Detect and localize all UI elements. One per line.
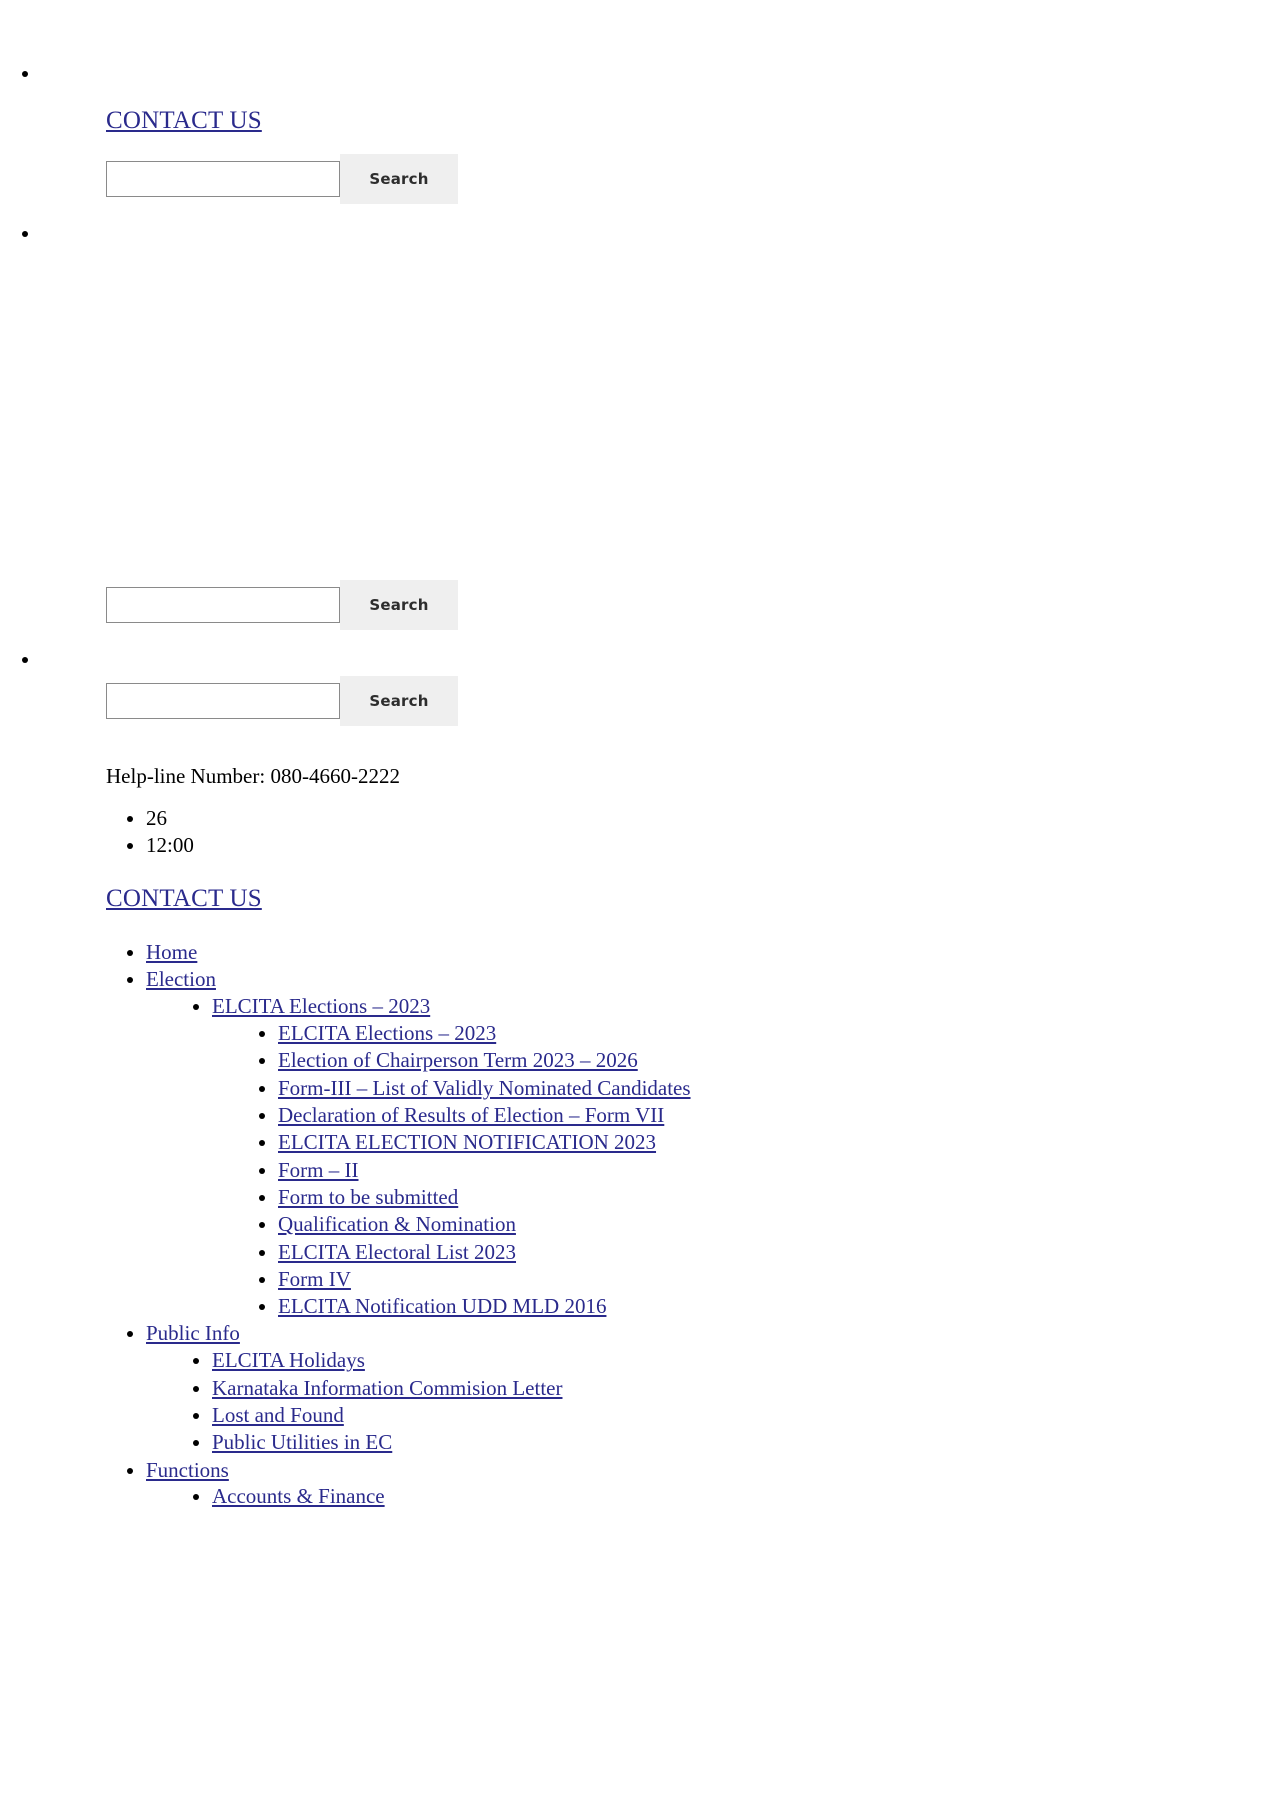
nav-link-functions[interactable]: Functions: [146, 1458, 229, 1482]
nav-link-form-iii[interactable]: Form-III – List of Validly Nominated Can…: [278, 1076, 691, 1100]
search-form-top: Search: [0, 154, 1280, 204]
submenu-functions: Accounts & Finance: [146, 1483, 1280, 1510]
list-item: [40, 646, 1280, 667]
nav-item-electoral-list-2023: ELCITA Electoral List 2023: [278, 1239, 1280, 1266]
nav-item-karnataka-information-commission-letter: Karnataka Information Commision Letter: [212, 1375, 1280, 1402]
contact-us-link-secondary[interactable]: CONTACT US: [106, 885, 262, 913]
nav-link-notification-udd-mld-2016[interactable]: ELCITA Notification UDD MLD 2016: [278, 1294, 606, 1318]
nav-item-home: Home: [146, 939, 1280, 966]
middle-placeholder-list-1: [0, 220, 1280, 241]
nav-item-election-of-chairperson: Election of Chairperson Term 2023 – 2026: [278, 1047, 1280, 1074]
nav-link-elcita-elections-2023-child[interactable]: ELCITA Elections – 2023: [278, 1021, 496, 1045]
nav-link-election-notification-2023[interactable]: ELCITA ELECTION NOTIFICATION 2023: [278, 1130, 656, 1154]
search-form-middle: Search: [0, 580, 1280, 630]
nav-link-form-iv[interactable]: Form IV: [278, 1267, 351, 1291]
middle-placeholder-list-2: [0, 646, 1280, 667]
nav-link-electoral-list-2023[interactable]: ELCITA Electoral List 2023: [278, 1240, 516, 1264]
ticker-list: 26 12:00: [0, 805, 1280, 859]
nav-link-elcita-holidays[interactable]: ELCITA Holidays: [212, 1348, 365, 1372]
nav-item-elcita-holidays: ELCITA Holidays: [212, 1347, 1280, 1374]
search-input[interactable]: [106, 683, 340, 719]
main-navigation: Home Election ELCITA Elections – 2023 EL…: [0, 939, 1280, 1511]
nav-item-election: Election ELCITA Elections – 2023 ELCITA …: [146, 966, 1280, 1320]
nav-item-functions: Functions Accounts & Finance: [146, 1457, 1280, 1511]
empty-banner-region: [0, 257, 1280, 587]
search-button[interactable]: Search: [340, 676, 458, 726]
search-button[interactable]: Search: [340, 580, 458, 630]
search-input[interactable]: [106, 161, 340, 197]
top-placeholder-list: [0, 60, 1280, 81]
list-item: [40, 220, 1280, 241]
nav-item-public-info: Public Info ELCITA Holidays Karnataka In…: [146, 1320, 1280, 1456]
nav-link-form-to-be-submitted[interactable]: Form to be submitted: [278, 1185, 458, 1209]
nav-item-elcita-elections-2023-child: ELCITA Elections – 2023: [278, 1020, 1280, 1047]
contact-us-block-top: CONTACT US: [0, 107, 1280, 135]
nav-item-form-ii: Form – II: [278, 1157, 1280, 1184]
submenu-elcita-elections-2023: ELCITA Elections – 2023 Election of Chai…: [212, 1020, 1280, 1320]
contact-us-block-secondary: CONTACT US: [0, 885, 1280, 913]
nav-link-home[interactable]: Home: [146, 940, 197, 964]
search-form-lower: Search: [0, 676, 1280, 726]
nav-link-public-info[interactable]: Public Info: [146, 1321, 240, 1345]
nav-item-form-iii: Form-III – List of Validly Nominated Can…: [278, 1075, 1280, 1102]
list-item: [40, 60, 1280, 81]
nav-item-notification-udd-mld-2016: ELCITA Notification UDD MLD 2016: [278, 1293, 1280, 1320]
list-item: 26: [146, 805, 1280, 832]
nav-link-form-ii[interactable]: Form – II: [278, 1158, 359, 1182]
submenu-election: ELCITA Elections – 2023 ELCITA Elections…: [146, 993, 1280, 1321]
nav-item-qualification-nomination: Qualification & Nomination: [278, 1211, 1280, 1238]
nav-item-public-utilities-in-ec: Public Utilities in EC: [212, 1429, 1280, 1456]
nav-link-accounts-finance[interactable]: Accounts & Finance: [212, 1484, 385, 1508]
submenu-public-info: ELCITA Holidays Karnataka Information Co…: [146, 1347, 1280, 1456]
nav-link-karnataka-information-commission-letter[interactable]: Karnataka Information Commision Letter: [212, 1376, 562, 1400]
nav-item-declaration-of-results: Declaration of Results of Election – For…: [278, 1102, 1280, 1129]
list-item: 12:00: [146, 832, 1280, 859]
nav-link-public-utilities-in-ec[interactable]: Public Utilities in EC: [212, 1430, 392, 1454]
nav-item-elcita-elections-2023: ELCITA Elections – 2023 ELCITA Elections…: [212, 993, 1280, 1321]
search-input[interactable]: [106, 587, 340, 623]
nav-item-form-to-be-submitted: Form to be submitted: [278, 1184, 1280, 1211]
nav-item-election-notification-2023: ELCITA ELECTION NOTIFICATION 2023: [278, 1129, 1280, 1156]
nav-item-lost-and-found: Lost and Found: [212, 1402, 1280, 1429]
nav-item-accounts-finance: Accounts & Finance: [212, 1483, 1280, 1510]
helpline-text: Help-line Number: 080-4660-2222: [106, 764, 400, 788]
top-spacer: [0, 0, 1280, 44]
nav-link-declaration-of-results[interactable]: Declaration of Results of Election – For…: [278, 1103, 664, 1127]
contact-us-link-top[interactable]: CONTACT US: [106, 107, 262, 135]
nav-item-form-iv: Form IV: [278, 1266, 1280, 1293]
search-button[interactable]: Search: [340, 154, 458, 204]
nav-link-election[interactable]: Election: [146, 967, 216, 991]
page-root: CONTACT US Search Search Search Help-lin…: [0, 0, 1280, 1511]
nav-link-lost-and-found[interactable]: Lost and Found: [212, 1403, 344, 1427]
nav-link-election-of-chairperson[interactable]: Election of Chairperson Term 2023 – 2026: [278, 1048, 638, 1072]
nav-link-qualification-nomination[interactable]: Qualification & Nomination: [278, 1212, 516, 1236]
nav-link-elcita-elections-2023[interactable]: ELCITA Elections – 2023: [212, 994, 430, 1018]
